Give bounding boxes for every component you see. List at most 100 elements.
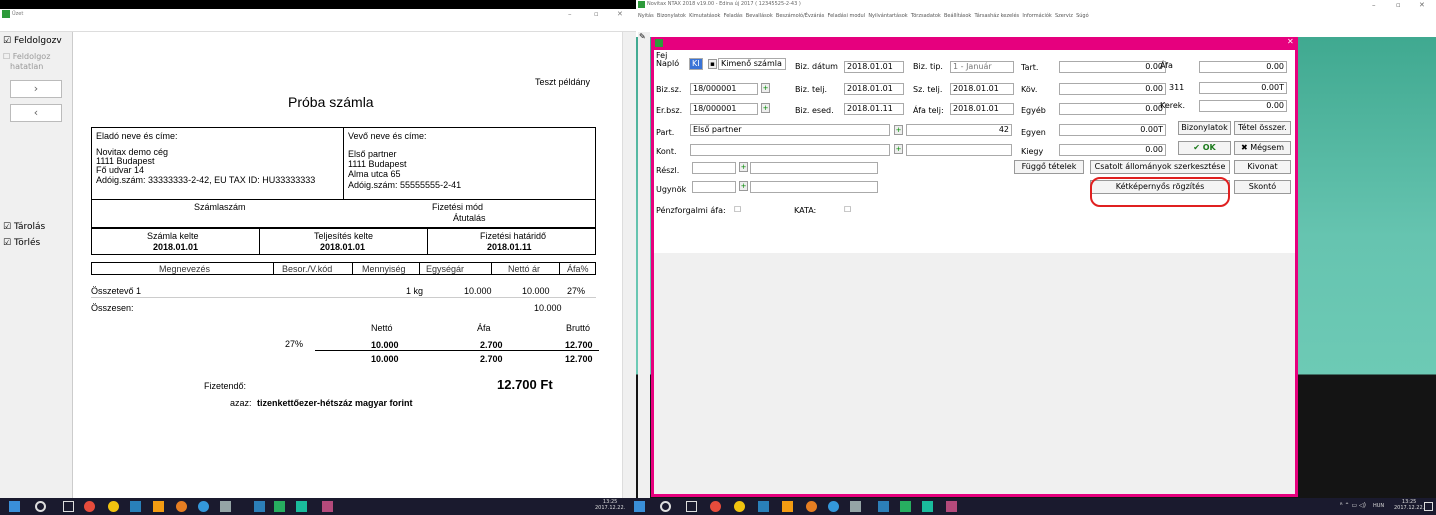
tray-icons[interactable]: ᴿ ⌃ ▭ ◁) [1340, 502, 1366, 509]
menu-nyilvantartasok[interactable]: Nyilvántartások [868, 13, 907, 19]
afatelj-field[interactable]: 2018.01.01 [950, 103, 1014, 115]
fuggo-tetelek-button[interactable]: Függő tételek [1014, 160, 1084, 174]
a311-field[interactable]: 0.00T [1199, 82, 1287, 94]
app-icon-4[interactable] [254, 501, 265, 512]
bizonylatok-button[interactable]: Bizonylatok [1178, 121, 1231, 135]
tart-field[interactable]: 0.00 [1059, 61, 1166, 73]
reszl-plus-button[interactable]: + [739, 162, 748, 172]
ntax-close-icon[interactable]: ✕ [1419, 1, 1425, 9]
bizsz-field[interactable]: 18/000001 [690, 83, 758, 95]
bizdatum-field[interactable]: 2018.01.01 [844, 61, 904, 73]
app-icon-13[interactable] [922, 501, 933, 512]
tarolas-checkbox[interactable]: ☑ Tárolás [3, 222, 45, 232]
biztelj-field[interactable]: 2018.01.01 [844, 83, 904, 95]
ntax-minimize-icon[interactable]: – [1372, 1, 1376, 9]
biztip-select[interactable]: 1 - Január [950, 61, 1014, 73]
mail-icon[interactable] [130, 501, 141, 512]
ugynok-field[interactable] [692, 181, 736, 193]
app-icon-10[interactable] [850, 501, 861, 512]
kata-checkbox[interactable]: ☐ [844, 205, 851, 214]
start-icon-2[interactable] [634, 501, 645, 512]
bizsz-plus-button[interactable]: + [761, 83, 770, 93]
naplo-code-field[interactable]: KI [689, 58, 703, 70]
erbsz-field[interactable]: 18/000001 [690, 103, 758, 115]
menu-feladas[interactable]: Feladás [724, 13, 743, 19]
firefox-icon-2[interactable] [806, 501, 817, 512]
mail-icon-2[interactable] [758, 501, 769, 512]
naplo-name-field[interactable]: Kimenő számla na [718, 58, 786, 70]
clock-right[interactable]: 13:25 2017.12.22. [1394, 499, 1424, 511]
folder-icon[interactable] [153, 501, 164, 512]
menu-kimutatasok[interactable]: Kimutatások [689, 13, 720, 19]
csatolt-allomanyok-button[interactable]: Csatolt állományok szerkesztése [1090, 160, 1230, 174]
partner-plus-button[interactable]: + [894, 125, 903, 135]
app-icon-7[interactable] [322, 501, 333, 512]
kont-plus-button[interactable]: + [894, 144, 903, 154]
menu-torzsadatok[interactable]: Törzsadatok [911, 13, 941, 19]
app-icon-14[interactable] [946, 501, 957, 512]
feldolgozatlan-checkbox[interactable]: ☐ Feldolgoz [3, 52, 50, 61]
task-view-icon-2[interactable] [686, 501, 697, 512]
kont-field[interactable] [690, 144, 890, 156]
app-icon-11[interactable] [878, 501, 889, 512]
app-icon-8[interactable] [710, 501, 721, 512]
dialog-close-icon[interactable]: ✕ [1287, 37, 1294, 46]
ugynok-plus-button[interactable]: + [739, 181, 748, 191]
chrome-icon-2[interactable] [734, 501, 745, 512]
kov-field[interactable]: 0.00 [1059, 83, 1166, 95]
menu-tarsashaz[interactable]: Társasház kezelés [975, 13, 1020, 19]
torles-checkbox[interactable]: ☑ Törlés [3, 238, 40, 248]
menu-feladasi-modul[interactable]: Feladási modul [828, 13, 866, 19]
sztelj-field[interactable]: 2018.01.01 [950, 83, 1014, 95]
folder-icon-2[interactable] [782, 501, 793, 512]
feldolgozva-checkbox[interactable]: ☑ Feldolgozv [3, 36, 62, 46]
notification-icon[interactable] [1424, 502, 1433, 511]
maximize-icon[interactable]: ▫ [594, 10, 599, 18]
menu-bevallasok[interactable]: Bevallások [746, 13, 773, 19]
kerek-field[interactable]: 0.00 [1199, 100, 1287, 112]
vertical-scrollbar[interactable] [622, 32, 636, 498]
firefox-icon[interactable] [176, 501, 187, 512]
egyen-field[interactable]: 0.00T [1059, 124, 1166, 136]
menu-szerviz[interactable]: Szerviz [1055, 13, 1073, 19]
menu-nyitas[interactable]: Nyitás [638, 13, 654, 19]
pen-icon[interactable]: ✎ [639, 32, 646, 41]
language-indicator[interactable]: HUN [1373, 503, 1384, 509]
kiegy-field[interactable]: 0.00 [1059, 144, 1166, 156]
prev-button[interactable]: ‹ [10, 104, 62, 122]
close-icon[interactable]: ✕ [617, 10, 623, 18]
erbsz-plus-button[interactable]: + [761, 103, 770, 113]
bizesed-field[interactable]: 2018.01.11 [844, 103, 904, 115]
egyeb-field[interactable]: 0.00 [1059, 103, 1166, 115]
partner-field[interactable]: Első partner [690, 124, 890, 136]
menu-bizonylatok[interactable]: Bizonylatok [657, 13, 686, 19]
ok-button[interactable]: ✔ OK [1178, 141, 1231, 155]
app-icon-5[interactable] [274, 501, 285, 512]
menu-beszamolo[interactable]: Beszámoló/Évzárás [776, 13, 824, 19]
cancel-button[interactable]: ✖ Mégsem [1234, 141, 1291, 155]
app-icon-6[interactable] [296, 501, 307, 512]
minimize-icon[interactable]: – [568, 10, 572, 18]
task-view-icon[interactable] [63, 501, 74, 512]
app-icon-1[interactable] [84, 501, 95, 512]
menu-sugo[interactable]: Súgó [1076, 13, 1089, 19]
reszl-field[interactable] [692, 162, 736, 174]
start-icon[interactable] [9, 501, 20, 512]
search-icon[interactable] [35, 501, 46, 512]
app-icon-12[interactable] [900, 501, 911, 512]
chrome-icon[interactable] [108, 501, 119, 512]
kivonat-button[interactable]: Kivonat [1234, 160, 1291, 174]
tetel-osszer-button[interactable]: Tétel összer. [1234, 121, 1291, 135]
app-icon-2[interactable] [198, 501, 209, 512]
menu-beallitasok[interactable]: Beállítások [944, 13, 971, 19]
search-icon-2[interactable] [660, 501, 671, 512]
afa-field[interactable]: 0.00 [1199, 61, 1287, 73]
app-icon-3[interactable] [220, 501, 231, 512]
menu-informaciok[interactable]: Információk [1022, 13, 1051, 19]
ntax-maximize-icon[interactable]: ▫ [1396, 1, 1401, 9]
naplo-dropdown[interactable]: ▪ [708, 59, 717, 69]
penzforgalmi-checkbox[interactable]: ☐ [734, 205, 741, 214]
app-icon-9[interactable] [828, 501, 839, 512]
next-button[interactable]: › [10, 80, 62, 98]
skonto-button[interactable]: Skontó [1234, 180, 1291, 194]
